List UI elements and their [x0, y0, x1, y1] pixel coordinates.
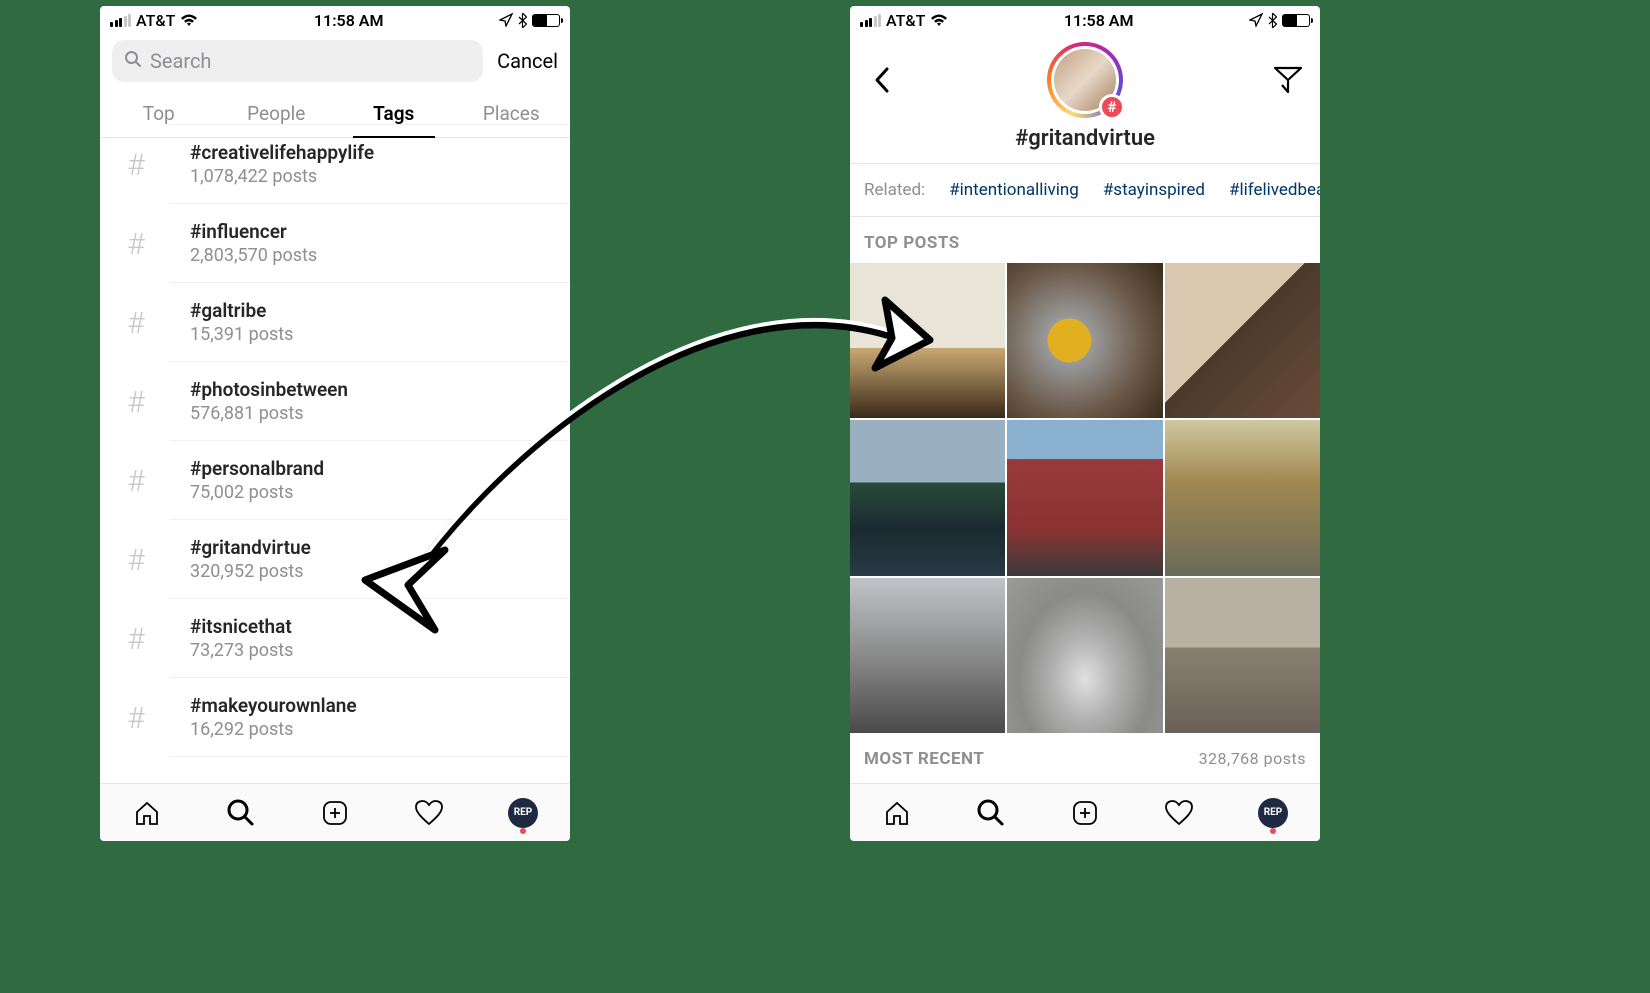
top-posts-grid	[850, 263, 1320, 733]
battery-icon	[1282, 14, 1310, 27]
nav-search-icon[interactable]	[974, 796, 1008, 830]
phone-search-screen: AT&T 11:58 AM Search Cancel Top People T…	[100, 6, 570, 841]
most-recent-count: 328,768 posts	[1199, 749, 1306, 768]
top-posts-heading: TOP POSTS	[850, 217, 1320, 263]
status-bar: AT&T 11:58 AM	[850, 6, 1320, 34]
related-hashtag[interactable]: #stayinspired	[1103, 180, 1205, 200]
cancel-button[interactable]: Cancel	[497, 49, 558, 73]
hashtag-count: 15,391 posts	[190, 324, 293, 345]
post-thumbnail[interactable]	[850, 420, 1005, 575]
hash-icon: #	[120, 543, 152, 575]
post-thumbnail[interactable]	[1007, 578, 1162, 733]
nav-profile-icon[interactable]: REP	[506, 796, 540, 830]
wifi-icon	[180, 13, 198, 27]
hashtag-result-row[interactable]: ##influencer2,803,570 posts	[170, 204, 570, 283]
clock-label: 11:58 AM	[1064, 11, 1134, 30]
related-hashtag[interactable]: #intentionalliving	[949, 180, 1079, 200]
hashtag-result-row[interactable]: ##gritandvirtue320,952 posts	[170, 520, 570, 599]
notification-dot-icon	[520, 828, 526, 834]
post-thumbnail[interactable]	[1165, 263, 1320, 418]
hashtag-name: #makeyourownlane	[190, 694, 357, 717]
clock-label: 11:58 AM	[314, 11, 384, 30]
carrier-label: AT&T	[136, 11, 175, 30]
post-thumbnail[interactable]	[1165, 578, 1320, 733]
nav-search-icon[interactable]	[224, 796, 258, 830]
phone-hashtag-screen: AT&T 11:58 AM # #gritandvirtue Related: …	[850, 6, 1320, 841]
cell-signal-icon	[110, 14, 131, 27]
search-icon	[124, 49, 142, 73]
post-thumbnail[interactable]	[1007, 263, 1162, 418]
bottom-nav: REP	[850, 783, 1320, 841]
post-thumbnail[interactable]	[850, 263, 1005, 418]
search-input[interactable]: Search	[112, 40, 483, 82]
back-button[interactable]	[866, 64, 898, 96]
hash-icon: #	[120, 622, 152, 654]
most-recent-heading: MOST RECENT 328,768 posts	[850, 733, 1320, 779]
hashtag-name: #influencer	[190, 220, 317, 243]
nav-activity-icon[interactable]	[412, 796, 446, 830]
hashtag-count: 2,803,570 posts	[190, 245, 317, 266]
related-label: Related:	[864, 180, 925, 200]
hashtag-result-row[interactable]: ##itsnicethat73,273 posts	[170, 599, 570, 678]
hashtag-count: 16,292 posts	[190, 719, 357, 740]
hashtag-name: #personalbrand	[190, 457, 324, 480]
post-thumbnail[interactable]	[1165, 420, 1320, 575]
hashtag-count: 75,002 posts	[190, 482, 324, 503]
hashtag-result-row[interactable]: ##galtribe15,391 posts	[170, 283, 570, 362]
hash-icon: #	[120, 464, 152, 496]
hashtag-results-list[interactable]: ##creativelifehappylife1,078,422 posts #…	[100, 124, 570, 783]
hashtag-count: 1,078,422 posts	[190, 166, 374, 187]
hashtag-result-row[interactable]: ##creativelifehappylife1,078,422 posts	[170, 124, 570, 204]
nav-profile-icon[interactable]: REP	[1256, 796, 1290, 830]
hash-icon: #	[120, 385, 152, 417]
hashtag-name: #gritandvirtue	[190, 536, 311, 559]
hashtag-name: #itsnicethat	[190, 615, 293, 638]
post-thumbnail[interactable]	[1007, 420, 1162, 575]
nav-home-icon[interactable]	[880, 796, 914, 830]
hash-icon: #	[120, 701, 152, 733]
bottom-nav: REP	[100, 783, 570, 841]
hash-icon: #	[120, 227, 152, 259]
bluetooth-icon	[518, 13, 527, 28]
hashtag-result-row[interactable]: ##photosinbetween576,881 posts	[170, 362, 570, 441]
hashtag-badge-icon: #	[1099, 94, 1125, 120]
cell-signal-icon	[860, 14, 881, 27]
hash-icon: #	[120, 306, 152, 338]
hashtag-name: #creativelifehappylife	[190, 141, 374, 164]
related-hashtags-row[interactable]: Related: #intentionalliving #stayinspire…	[850, 164, 1320, 217]
battery-icon	[532, 14, 560, 27]
hashtag-story-avatar[interactable]: #	[1047, 42, 1123, 118]
notification-dot-icon	[1270, 828, 1276, 834]
direct-message-button[interactable]	[1272, 64, 1304, 96]
hashtag-name: #photosinbetween	[190, 378, 348, 401]
post-thumbnail[interactable]	[850, 578, 1005, 733]
nav-add-icon[interactable]	[1068, 796, 1102, 830]
hashtag-result-row[interactable]: ##makeyourownlane16,292 posts	[170, 678, 570, 757]
hashtag-title: #gritandvirtue	[850, 118, 1320, 164]
hashtag-count: 73,273 posts	[190, 640, 293, 661]
nav-activity-icon[interactable]	[1162, 796, 1196, 830]
hashtag-count: 576,881 posts	[190, 403, 348, 424]
search-placeholder: Search	[150, 49, 211, 73]
search-header: Search Cancel	[100, 34, 570, 90]
nav-home-icon[interactable]	[130, 796, 164, 830]
related-hashtag[interactable]: #lifelivedbeautifu	[1229, 180, 1320, 200]
bluetooth-icon	[1268, 13, 1277, 28]
status-bar: AT&T 11:58 AM	[100, 6, 570, 34]
hash-icon: #	[120, 148, 152, 180]
carrier-label: AT&T	[886, 11, 925, 30]
hashtag-count: 320,952 posts	[190, 561, 311, 582]
nav-add-icon[interactable]	[318, 796, 352, 830]
location-arrow-icon	[499, 13, 513, 27]
hashtag-header: #	[850, 34, 1320, 118]
hashtag-name: #galtribe	[190, 299, 293, 322]
wifi-icon	[930, 13, 948, 27]
hashtag-result-row[interactable]: ##personalbrand75,002 posts	[170, 441, 570, 520]
location-arrow-icon	[1249, 13, 1263, 27]
